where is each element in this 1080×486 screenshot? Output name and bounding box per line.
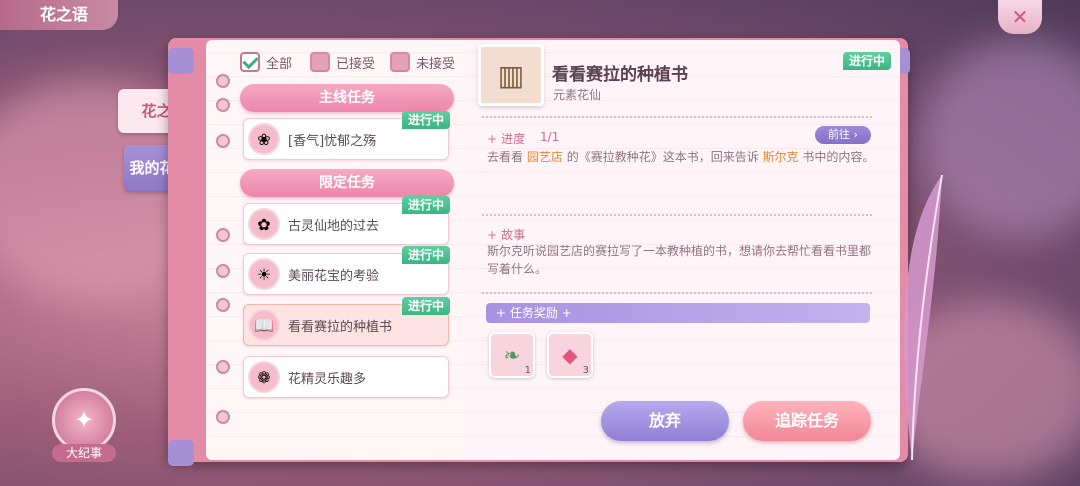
section-header-main: 主线任务 xyxy=(240,84,454,112)
book-corner xyxy=(168,48,194,74)
sparkle-icon: + xyxy=(487,228,498,242)
quest-item[interactable]: ❁ 花精灵乐趣多 xyxy=(243,356,449,398)
abandon-button[interactable]: 放弃 xyxy=(601,401,729,441)
binder-ring xyxy=(216,264,230,278)
detail-subtitle: 元素花仙 xyxy=(553,88,602,102)
quest-name: 花精灵乐趣多 xyxy=(288,371,367,387)
filter-label: 未接受 xyxy=(416,56,456,72)
binder-ring xyxy=(216,410,230,424)
reward-header: + 任务奖励 + xyxy=(486,303,870,323)
binder-ring xyxy=(216,228,230,242)
gem-icon: ◆ xyxy=(562,343,578,367)
quest-avatar-icon: ❁ xyxy=(248,361,280,393)
checkbox-checked-icon[interactable] xyxy=(240,52,260,72)
track-quest-button[interactable]: 追踪任务 xyxy=(743,401,871,441)
reward-count: 1 xyxy=(524,365,531,376)
quest-name: [香气]忧郁之殇 xyxy=(288,133,377,149)
quest-avatar-icon: ✿ xyxy=(248,208,280,240)
quest-avatar-icon: ☀ xyxy=(248,258,280,290)
flower-close-icon: ✕ xyxy=(1011,5,1029,29)
page-title: 花之语 xyxy=(0,0,118,30)
book-icon: ▥ xyxy=(478,44,544,106)
story-text: 斯尔克听说园艺店的赛拉写了一本教种植的书，想请你去帮忙看看书里都写着什么。 xyxy=(487,244,872,276)
feather-quill-icon xyxy=(904,174,943,461)
goto-button[interactable]: 前往 › xyxy=(815,126,871,144)
book-icon: 📖 xyxy=(248,309,280,341)
chronicle-button[interactable]: ✦ xyxy=(52,388,116,452)
detail-status-badge: 进行中 xyxy=(843,52,892,70)
quest-name: 古灵仙地的过去 xyxy=(288,218,380,234)
quest-name: 美丽花宝的考验 xyxy=(288,268,380,284)
divider xyxy=(482,292,872,294)
reward-count: 3 xyxy=(582,365,589,376)
filter-accepted[interactable]: 已接受 xyxy=(310,52,375,72)
status-badge: 进行中 xyxy=(401,297,450,315)
binder-ring xyxy=(216,360,230,374)
status-badge: 进行中 xyxy=(401,111,450,129)
reward-item[interactable]: ❧ 1 xyxy=(489,332,535,378)
progress-label: + 进度 xyxy=(487,132,526,146)
quest-item[interactable]: ❀ [香气]忧郁之殇 进行中 xyxy=(243,111,450,160)
book-corner xyxy=(168,440,194,466)
binder-ring xyxy=(216,298,230,312)
filter-all[interactable]: 全部 xyxy=(240,52,292,72)
fairy-icon: ✦ xyxy=(73,406,95,434)
quest-avatar-icon: ❀ xyxy=(248,123,280,155)
binder-ring xyxy=(216,98,230,112)
close-button[interactable]: ✕ xyxy=(998,0,1042,34)
section-header-limited: 限定任务 xyxy=(240,169,454,197)
progress-text: 去看看 园艺店 的《赛拉教种花》这本书，回来告诉 斯尔克 书中的内容。 xyxy=(487,150,875,164)
story-label: + 故事 xyxy=(487,228,526,242)
divider xyxy=(482,116,872,118)
reward-item[interactable]: ◆ 3 xyxy=(547,332,593,378)
filter-not-accepted[interactable]: 未接受 xyxy=(390,52,455,72)
seed-icon: ❧ xyxy=(503,343,521,367)
checkbox-icon[interactable] xyxy=(390,52,410,72)
quest-name: 看看赛拉的种植书 xyxy=(288,319,393,335)
quest-item[interactable]: ✿ 古灵仙地的过去 进行中 xyxy=(243,196,450,245)
quest-item-selected[interactable]: 📖 看看赛拉的种植书 进行中 xyxy=(243,297,450,346)
quest-item[interactable]: ☀ 美丽花宝的考验 进行中 xyxy=(243,246,450,295)
binder-ring xyxy=(216,134,230,148)
detail-title: 看看赛拉的种植书 xyxy=(552,65,688,85)
status-badge: 进行中 xyxy=(401,246,450,264)
divider xyxy=(482,214,872,216)
filter-label: 全部 xyxy=(266,56,293,72)
sparkle-icon: + xyxy=(487,132,498,146)
filter-label: 已接受 xyxy=(336,56,376,72)
status-badge: 进行中 xyxy=(401,196,450,214)
binder-ring xyxy=(216,74,230,88)
chronicle-label: 大纪事 xyxy=(52,444,116,462)
progress-value: 1/1 xyxy=(540,130,560,144)
checkbox-icon[interactable] xyxy=(310,52,330,72)
